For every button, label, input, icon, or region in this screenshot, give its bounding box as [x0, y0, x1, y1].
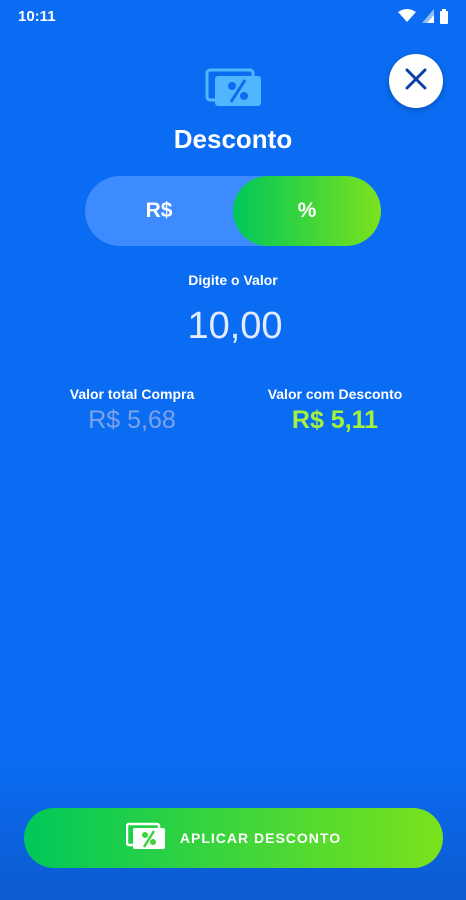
- toggle-option-currency[interactable]: R$: [85, 176, 233, 246]
- wifi-icon: [398, 9, 416, 23]
- toggle-option-percent[interactable]: %: [233, 176, 381, 246]
- total-purchase-value: R$ 5,68: [88, 406, 176, 434]
- apply-discount-button[interactable]: APLICAR DESCONTO: [24, 808, 443, 868]
- discounted-value: R$ 5,11: [291, 406, 379, 434]
- apply-discount-label: APLICAR DESCONTO: [179, 830, 342, 846]
- value-input-label: Digite o Valor: [188, 272, 278, 288]
- status-icons: [398, 8, 448, 24]
- total-purchase-label: Valor total Compra: [69, 386, 195, 402]
- status-time: 10:11: [18, 7, 56, 25]
- total-purchase-summary: Valor total Compra R$ 5,68: [32, 386, 232, 435]
- discounted-value-label: Valor com Desconto: [267, 386, 403, 402]
- discounted-value-summary: Valor com Desconto R$ 5,11: [235, 386, 435, 435]
- discount-icon: [125, 821, 166, 856]
- signal-icon: [422, 9, 434, 23]
- status-bar: 10:11: [0, 0, 466, 32]
- value-input[interactable]: [133, 298, 337, 354]
- discount-icon: [205, 64, 263, 108]
- battery-icon: [440, 8, 448, 24]
- discount-type-toggle: R$ %: [85, 176, 381, 246]
- page-title: Desconto: [173, 124, 293, 154]
- close-icon: [405, 68, 427, 95]
- close-button[interactable]: [389, 54, 443, 108]
